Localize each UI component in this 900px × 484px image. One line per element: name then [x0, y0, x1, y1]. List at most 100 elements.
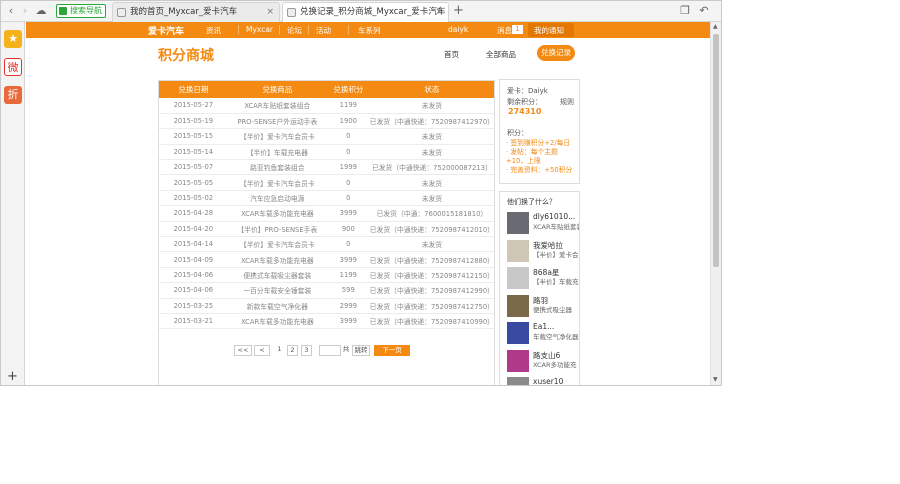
avatar[interactable]: [507, 212, 529, 234]
avatar[interactable]: [507, 267, 529, 289]
page-number-input[interactable]: [319, 345, 341, 356]
top-nav: 爱卡汽车 资讯 Myxcar 论坛 活动 车系列 daiyk 消息 1 我的通知: [26, 22, 710, 38]
nav-item-series[interactable]: 车系列: [358, 25, 381, 36]
date-cell: 2015-05-15: [159, 128, 228, 145]
avatar[interactable]: [507, 349, 529, 372]
avatar[interactable]: [507, 239, 529, 262]
total-pages-label: 共: [342, 345, 350, 356]
recent-item[interactable]: 路羽 便携式吸尘器: [507, 294, 579, 319]
weibo-icon[interactable]: 微: [4, 58, 22, 76]
points-cell: 2999: [326, 298, 370, 314]
star-icon[interactable]: ★: [4, 30, 22, 48]
nav-divider: [348, 25, 349, 34]
table-row: 2015-04-09 XCAR车载多功能充电器 3999 已发货（中通快递：75209…: [159, 251, 494, 268]
goods-cell[interactable]: 【半价】爱卡汽车会员卡: [227, 128, 327, 145]
site-logo[interactable]: 爱卡汽车: [148, 24, 184, 37]
redeem-record-button[interactable]: 兑换记录: [537, 45, 575, 61]
next-page-button[interactable]: 下一页: [374, 345, 410, 356]
earn-way-item[interactable]: · 发帖：每个主题+10，上限: [506, 148, 578, 166]
nav-item-myxcar[interactable]: Myxcar: [246, 25, 273, 34]
message-count-badge: 1: [512, 25, 523, 34]
page-2[interactable]: 2: [287, 345, 298, 356]
scrollbar-thumb[interactable]: [713, 34, 719, 267]
goods-cell[interactable]: 一百分车载安全锤套装: [227, 282, 327, 299]
add-sidebar-button[interactable]: +: [7, 369, 18, 384]
recent-item[interactable]: 我爱哈拉【半价】爱卡会员: [507, 239, 579, 264]
goods-cell[interactable]: 路亚钓鱼套装组合: [227, 159, 327, 176]
page-1[interactable]: 1: [274, 345, 285, 356]
recent-item[interactable]: dly61010... XCAR车贴纸套装: [507, 212, 579, 236]
vertical-scrollbar[interactable]: ▲ ▼: [710, 22, 721, 385]
notifications-button[interactable]: 我的通知: [528, 23, 574, 37]
recent-item[interactable]: xuser10: [507, 377, 579, 385]
favorite-tab[interactable]: 搜索导航: [56, 4, 106, 18]
points-cell: 900: [326, 221, 370, 238]
recent-redeems-title: 他们换了什么？: [507, 198, 556, 206]
close-icon[interactable]: ×: [266, 3, 274, 22]
all-goods-link[interactable]: 全部商品: [486, 49, 516, 60]
back-icon[interactable]: ‹: [4, 4, 18, 18]
avatar[interactable]: [507, 377, 529, 385]
date-cell: 2015-04-09: [159, 251, 228, 268]
cloud-icon[interactable]: ☁: [34, 4, 48, 18]
points-value: 274310: [508, 107, 542, 116]
column-header-goods: 兑换商品: [227, 81, 327, 98]
status-cell: 已发货（中通快递：7520987412970）: [369, 113, 494, 130]
nav-item-forum[interactable]: 论坛: [287, 25, 302, 36]
status-cell: 已发货（中通：7600015181810）: [369, 205, 494, 222]
goods-cell[interactable]: XCAR车载多功能充电器: [227, 251, 327, 268]
date-cell: 2015-04-06: [159, 267, 228, 284]
date-cell: 2015-05-07: [159, 159, 228, 176]
home-link[interactable]: 首页: [444, 49, 459, 60]
recent-item[interactable]: 868a星【半价】车载充电: [507, 267, 579, 291]
scroll-down-icon[interactable]: ▼: [713, 376, 718, 383]
goods-cell[interactable]: 【半价】车载充电器: [227, 144, 327, 161]
recent-item[interactable]: 路支山6 XCAR多功能充: [507, 349, 579, 374]
tab-title: 我的首页_Myxcar_爱卡汽车: [130, 7, 238, 17]
goods-cell[interactable]: XCAR车载多功能充电器: [227, 205, 327, 222]
close-icon[interactable]: ×: [435, 3, 443, 22]
earn-way-item[interactable]: · 签到赚积分+2/每日: [506, 139, 578, 148]
prev-page-button[interactable]: <: [254, 345, 270, 356]
table-row: 2015-04-28 XCAR车载多功能充电器 3999 已发货（中通：7600015…: [159, 205, 494, 222]
first-page-button[interactable]: <<: [234, 345, 252, 356]
page-3[interactable]: 3: [301, 345, 312, 356]
rules-link[interactable]: 规则: [560, 97, 574, 107]
user-menu[interactable]: daiyk: [448, 25, 468, 34]
goods-cell[interactable]: XCAR车载多功能充电器: [227, 313, 327, 330]
recent-user-name: dly61010...: [533, 212, 576, 221]
recent-item[interactable]: Ea1... 车载空气净化器: [507, 322, 579, 346]
scroll-up-icon[interactable]: ▲: [713, 23, 718, 30]
tab-myhome[interactable]: 我的首页_Myxcar_爱卡汽车 ×: [112, 2, 280, 22]
goods-cell[interactable]: 【半价】爱卡汽车会员卡: [227, 174, 327, 191]
window-icon[interactable]: ❐: [678, 4, 692, 18]
avatar[interactable]: [507, 322, 529, 344]
jump-button[interactable]: 跳转: [352, 345, 370, 356]
tab-redeem-record[interactable]: 兑换记录_积分商城_Myxcar_爱卡汽车 ×: [282, 2, 449, 22]
nav-item-activity[interactable]: 活动: [316, 25, 331, 36]
goods-cell[interactable]: 【半价】PRO-SENSE手表: [227, 221, 327, 238]
discount-icon[interactable]: 折: [4, 86, 22, 104]
status-cell: 未发货: [369, 98, 494, 114]
undo-icon[interactable]: ↶: [697, 4, 711, 18]
goods-cell[interactable]: 汽车应急启动电源: [227, 190, 327, 207]
date-cell: 2015-05-02: [159, 190, 228, 207]
earn-way-item[interactable]: · 完善资料：+50积分: [506, 166, 578, 175]
new-tab-button[interactable]: +: [453, 3, 464, 18]
forward-icon[interactable]: ›: [18, 4, 32, 18]
nav-divider: [238, 25, 239, 34]
goods-cell[interactable]: XCAR车贴纸套装组合: [227, 98, 327, 114]
goods-cell[interactable]: 【半价】爱卡汽车会员卡: [227, 236, 327, 253]
nav-item-news[interactable]: 资讯: [206, 25, 221, 36]
messages-link[interactable]: 消息: [497, 25, 512, 36]
goods-cell[interactable]: 新款车载空气净化器: [227, 298, 327, 314]
recent-goods: 车载空气净化器: [533, 333, 579, 341]
date-cell: 2015-05-19: [159, 113, 228, 130]
avatar[interactable]: [507, 294, 529, 317]
recent-goods: 便携式吸尘器: [533, 305, 572, 314]
table-row: 2015-05-15 【半价】爱卡汽车会员卡 0 未发货: [159, 128, 494, 145]
table-row: 2015-05-14 【半价】车载充电器 0 未发货: [159, 144, 494, 161]
goods-cell[interactable]: PRO-SENSE户外运动手表: [227, 113, 327, 130]
points-cell: 0: [326, 190, 370, 207]
goods-cell[interactable]: 便携式车载吸尘器套装: [227, 267, 327, 284]
